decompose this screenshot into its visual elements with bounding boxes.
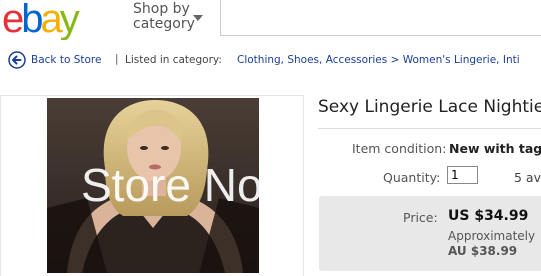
- shop-by-line2: category: [133, 16, 195, 32]
- approximately-label: Approximately: [448, 229, 536, 243]
- breadcrumb-separator: |: [115, 53, 119, 65]
- store-watermark: Store No: [81, 159, 263, 211]
- shop-by-line1: Shop by: [133, 1, 190, 17]
- converted-price: AU $38.99: [448, 244, 518, 258]
- back-arrow-icon[interactable]: [8, 51, 26, 69]
- quantity-input[interactable]: [447, 166, 478, 184]
- title-divider: [318, 128, 541, 129]
- listing-title: Sexy Lingerie Lace Nightie/: [318, 97, 541, 117]
- chevron-down-icon: [193, 15, 203, 21]
- price-label: Price:: [403, 210, 438, 225]
- shop-by-category-button[interactable]: Shop by category: [133, 1, 203, 32]
- listed-in-category-label: Listed in category:: [125, 54, 222, 66]
- product-image-panel: Store No: [0, 95, 304, 276]
- available-count: 5 ava: [514, 170, 541, 185]
- price-value: US $34.99: [448, 208, 529, 224]
- back-to-store-link[interactable]: Back to Store: [31, 54, 101, 66]
- ebay-logo[interactable]: ebay: [2, 0, 120, 40]
- category-path-link[interactable]: Clothing, Shoes, Accessories > Women's L…: [237, 54, 520, 66]
- search-input[interactable]: [220, 0, 541, 36]
- item-condition-value: New with tags: [449, 141, 541, 156]
- quantity-label: Quantity:: [383, 170, 441, 185]
- svg-text:ebay: ebay: [2, 0, 80, 40]
- item-condition-label: Item condition:: [352, 141, 447, 156]
